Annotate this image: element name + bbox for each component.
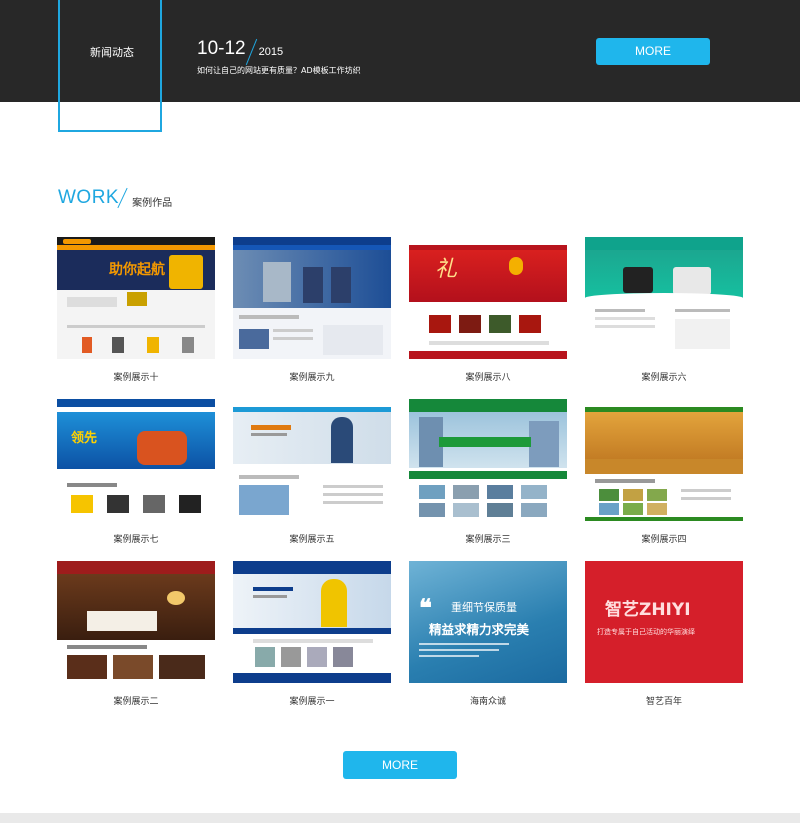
news-date-month-day: 10-12: [197, 38, 246, 59]
case-card[interactable]: 案例展示九: [233, 237, 391, 383]
work-section-heading: WORK 案例作品: [58, 187, 172, 209]
case-thumbnail[interactable]: 助你起航: [57, 237, 215, 359]
news-accent-frame: [58, 0, 162, 132]
work-more-button[interactable]: MORE: [343, 751, 457, 779]
case-card[interactable]: ❝ 重细节保质量 精益求精力求完美 海南众诚: [409, 561, 567, 707]
case-thumbnail[interactable]: [409, 399, 567, 521]
case-card[interactable]: 领先 案例展示七: [57, 399, 215, 545]
news-section-label: 新闻动态: [90, 46, 134, 59]
work-title-cn: 案例作品: [132, 197, 173, 209]
case-caption[interactable]: 案例展示九: [233, 370, 391, 383]
case-thumbnail[interactable]: [233, 237, 391, 359]
case-thumbnail[interactable]: [233, 561, 391, 683]
case-thumbnail[interactable]: 礼: [409, 237, 567, 359]
thumb-text: 助你起航: [109, 262, 165, 278]
case-caption[interactable]: 案例展示七: [57, 532, 215, 545]
case-card[interactable]: 案例展示三: [409, 399, 567, 545]
thumb-text: 礼: [435, 257, 458, 282]
thumb-text: 打造专属于自己活动的华丽演绎: [597, 628, 695, 636]
news-headline-link[interactable]: 如何让自己的网站更有质量？AD模板工作坊织: [197, 65, 361, 76]
case-caption[interactable]: 案例展示六: [585, 370, 743, 383]
case-thumbnail[interactable]: 智艺ZHIYI 打造专属于自己活动的华丽演绎: [585, 561, 743, 683]
case-caption[interactable]: 海南众诚: [409, 694, 567, 707]
case-caption[interactable]: 案例展示五: [233, 532, 391, 545]
case-card[interactable]: 智艺ZHIYI 打造专属于自己活动的华丽演绎 智艺百年: [585, 561, 743, 707]
bottom-strip: [0, 813, 800, 823]
news-date-year: 2015: [258, 46, 284, 58]
case-thumbnail[interactable]: [585, 399, 743, 521]
case-caption[interactable]: 智艺百年: [585, 694, 743, 707]
case-card[interactable]: 案例展示二: [57, 561, 215, 707]
quote-icon: ❝: [419, 593, 432, 622]
case-thumbnail[interactable]: [233, 399, 391, 521]
case-caption[interactable]: 案例展示四: [585, 532, 743, 545]
thumb-text: 重细节保质量: [451, 601, 517, 614]
case-caption[interactable]: 案例展示十: [57, 370, 215, 383]
case-card[interactable]: 案例展示四: [585, 399, 743, 545]
work-title-en: WORK: [58, 187, 120, 208]
case-card[interactable]: 案例展示一: [233, 561, 391, 707]
case-caption[interactable]: 案例展示二: [57, 694, 215, 707]
news-more-button[interactable]: MORE: [596, 38, 710, 65]
thumb-text: 领先: [71, 431, 98, 446]
thumb-text: 精益求精力求完美: [429, 622, 530, 637]
news-date: 10-12 2015: [197, 32, 284, 66]
thumb-text: 智艺ZHIYI: [605, 600, 691, 620]
case-card[interactable]: 案例展示六: [585, 237, 743, 383]
case-caption[interactable]: 案例展示三: [409, 532, 567, 545]
case-thumbnail[interactable]: [57, 561, 215, 683]
case-thumbnail[interactable]: 领先: [57, 399, 215, 521]
case-card[interactable]: 助你起航 案例展示十: [57, 237, 215, 383]
case-thumbnail[interactable]: [585, 237, 743, 359]
case-caption[interactable]: 案例展示一: [233, 694, 391, 707]
case-card[interactable]: 礼 案例展示八: [409, 237, 567, 383]
case-card[interactable]: 案例展示五: [233, 399, 391, 545]
case-caption[interactable]: 案例展示八: [409, 370, 567, 383]
case-thumbnail[interactable]: ❝ 重细节保质量 精益求精力求完美: [409, 561, 567, 683]
